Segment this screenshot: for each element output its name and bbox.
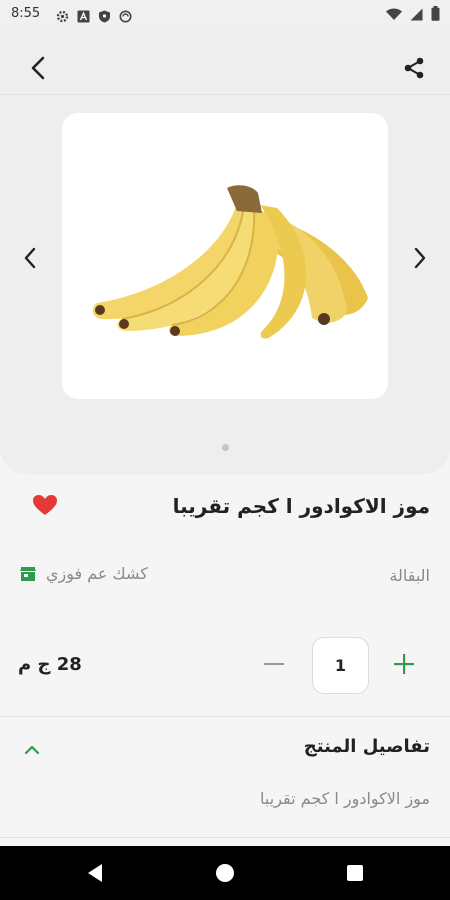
system-nav-bar	[0, 846, 450, 900]
font-icon	[77, 8, 90, 23]
section-divider	[0, 716, 450, 717]
minus-icon	[264, 663, 284, 665]
carousel-indicator-dot	[222, 444, 229, 451]
quantity-value[interactable]: 1	[312, 637, 369, 694]
status-bar: 8:55	[0, 0, 450, 30]
settings-icon	[56, 8, 69, 23]
chevron-left-icon	[31, 56, 45, 80]
store-link[interactable]: كشك عم فوزي	[20, 564, 148, 583]
sync-icon	[119, 8, 132, 23]
signal-icon	[410, 6, 423, 25]
banana-image	[92, 185, 368, 339]
chevron-left-icon	[24, 247, 36, 269]
store-name: كشك عم فوزي	[46, 564, 148, 583]
status-icons-left	[56, 8, 132, 23]
wifi-icon	[386, 6, 402, 25]
increase-quantity-button[interactable]	[388, 648, 420, 680]
topbar-divider	[0, 94, 450, 95]
nav-back-button[interactable]	[82, 860, 108, 886]
category-label: البقالة	[389, 566, 430, 585]
share-icon	[404, 57, 424, 79]
triangle-back-icon	[88, 864, 102, 882]
collapse-details-button[interactable]	[24, 740, 44, 756]
section-divider	[0, 837, 450, 838]
status-time: 8:55	[11, 6, 41, 21]
product-price: 28 ج م	[18, 654, 82, 675]
product-image-section	[0, 30, 450, 474]
plus-icon	[394, 654, 414, 674]
decrease-quantity-button[interactable]	[258, 648, 290, 680]
next-image-button[interactable]	[400, 238, 440, 278]
chevron-up-icon	[24, 745, 40, 755]
product-details-text: موز الاكوادور ا كجم تقريبا	[260, 789, 430, 808]
battery-icon	[431, 6, 440, 25]
favorite-button[interactable]	[32, 494, 60, 518]
shield-icon	[98, 8, 111, 23]
heart-icon	[33, 495, 57, 515]
share-button[interactable]	[394, 50, 434, 86]
square-recents-icon	[347, 865, 363, 881]
product-details-header[interactable]: تفاصيل المنتج	[304, 736, 430, 757]
nav-home-button[interactable]	[212, 860, 238, 886]
product-title: موز الاكوادور ا كجم تقريبا	[172, 494, 430, 518]
previous-image-button[interactable]	[10, 238, 50, 278]
nav-recents-button[interactable]	[342, 860, 368, 886]
circle-home-icon	[216, 864, 234, 882]
status-icons-right	[386, 6, 440, 25]
store-icon	[20, 566, 36, 581]
chevron-right-icon	[414, 247, 426, 269]
product-image-card	[62, 113, 388, 399]
back-button[interactable]	[18, 50, 58, 86]
